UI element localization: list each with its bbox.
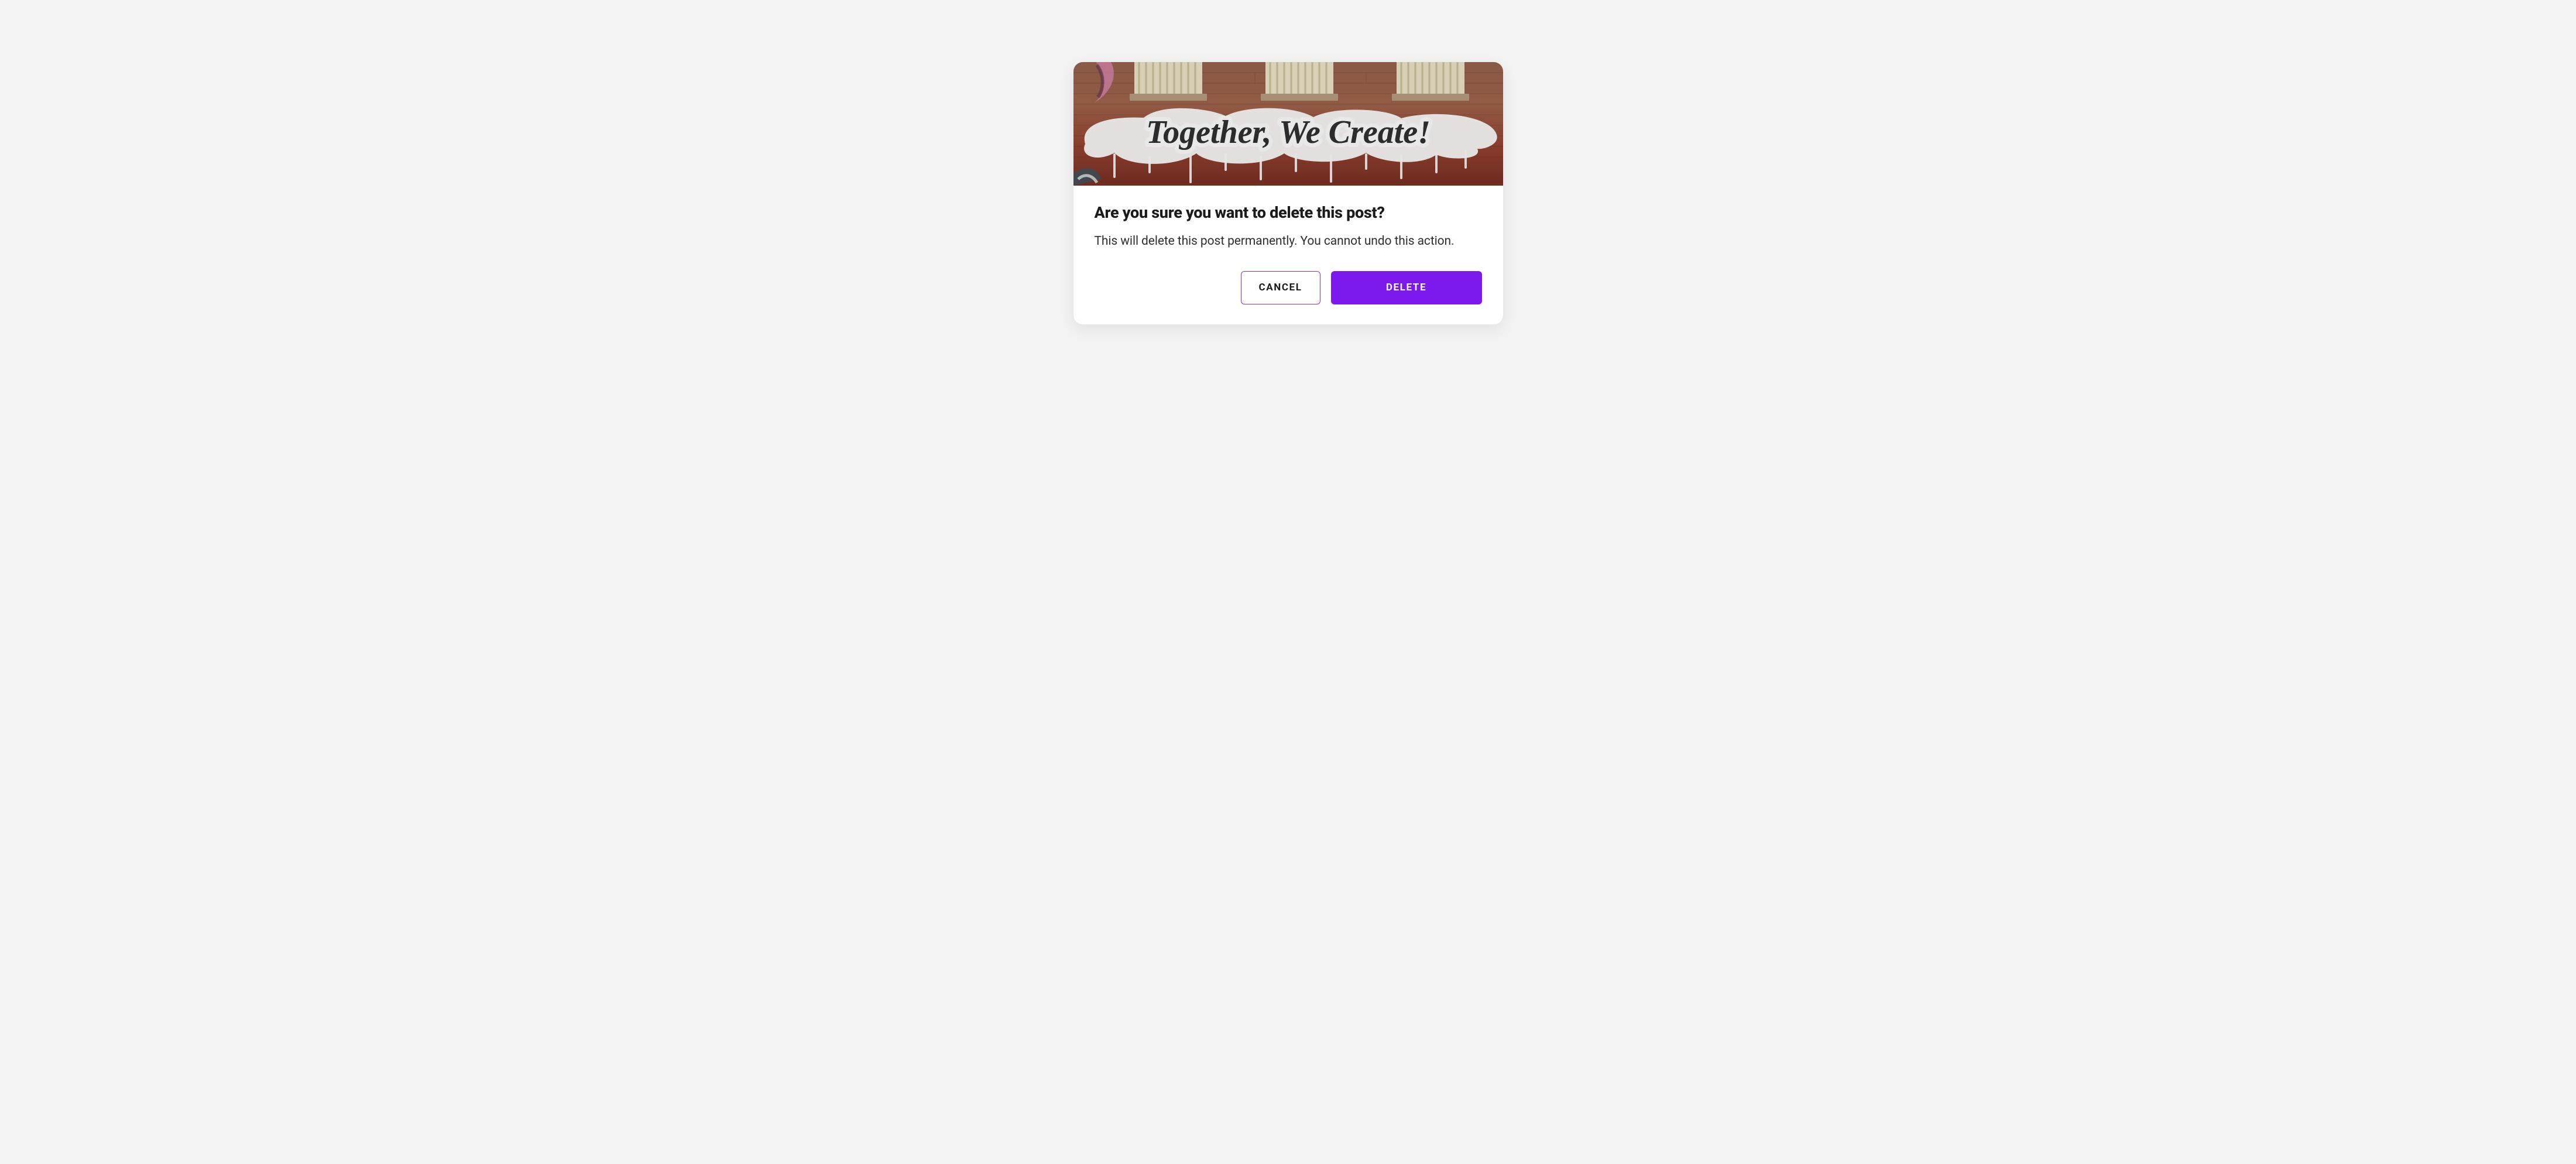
- delete-button[interactable]: DELETE: [1331, 271, 1482, 304]
- dialog-actions: CANCEL DELETE: [1095, 271, 1482, 304]
- confirm-delete-dialog: Together, We Create! Together, We Create…: [1073, 62, 1503, 324]
- dialog-title: Are you sure you want to delete this pos…: [1095, 203, 1482, 223]
- cancel-button[interactable]: CANCEL: [1241, 271, 1320, 304]
- dialog-body: Are you sure you want to delete this pos…: [1073, 186, 1503, 324]
- dialog-hero-image: Together, We Create! Together, We Create…: [1073, 62, 1503, 186]
- dialog-description: This will delete this post permanently. …: [1095, 232, 1469, 251]
- mural-caption: Together, We Create!: [1146, 114, 1431, 150]
